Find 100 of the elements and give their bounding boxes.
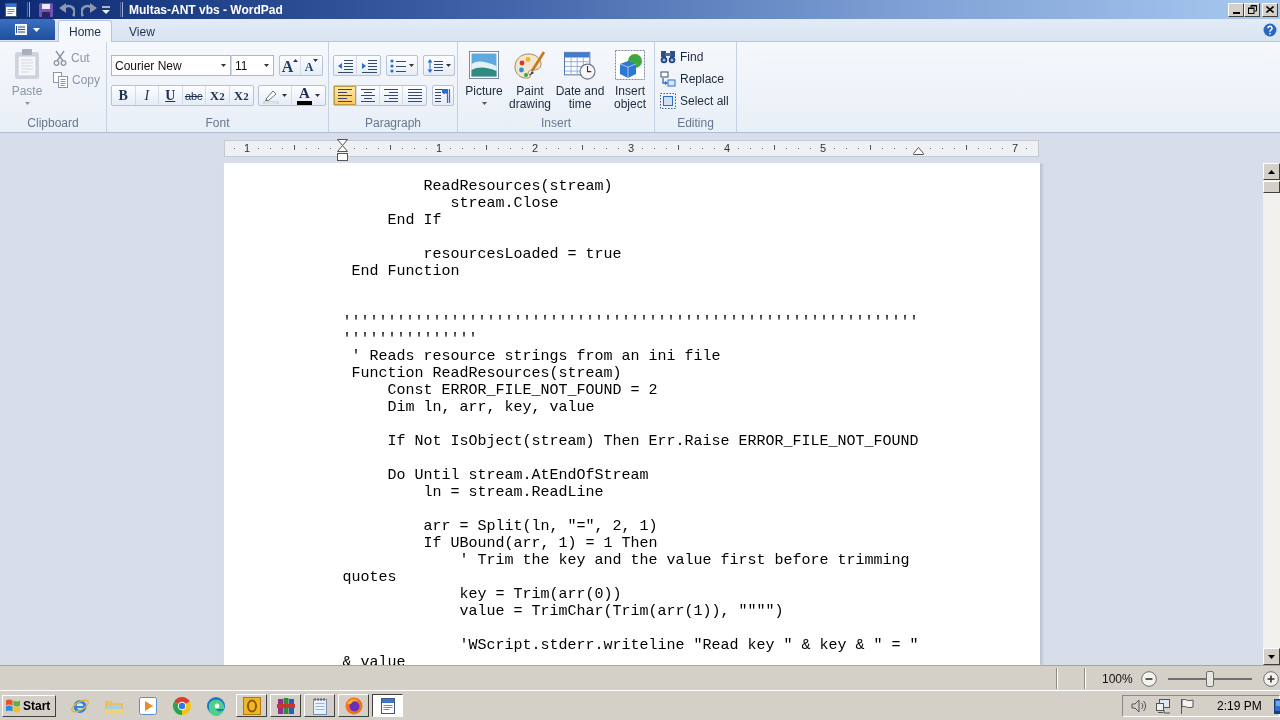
- curved-arrow-icon: [59, 2, 75, 17]
- replace-icon: [660, 71, 676, 87]
- monitor-icon[interactable]: [1155, 697, 1171, 714]
- ruler-number: 5: [817, 141, 829, 155]
- speaker-icon[interactable]: [1131, 697, 1147, 714]
- bullet-list-icon: [390, 58, 406, 73]
- minimize-icon: [1232, 11, 1240, 14]
- app-menu-button[interactable]: [0, 19, 55, 40]
- code-line: value = TrimChar(Trim(arr(1)), """"): [459, 603, 784, 620]
- line-spacing-button[interactable]: [423, 55, 455, 76]
- caret-icon: [446, 64, 451, 67]
- select-all-button[interactable]: Select all: [659, 92, 736, 110]
- ribbon-group-label: Paragraph: [364, 116, 421, 130]
- left-indent-handle[interactable]: [337, 139, 348, 161]
- ribbon-group-label: Font: [205, 116, 230, 130]
- code-line: End Function: [351, 263, 460, 280]
- font-family-dropdown[interactable]: Courier New: [111, 55, 231, 76]
- code-line: resourcesLoaded = true: [423, 246, 622, 263]
- flag-icon[interactable]: [1179, 697, 1195, 714]
- ruler-number: 4: [721, 141, 733, 155]
- caret-icon: [313, 59, 319, 62]
- ruler-number: 7: [1009, 141, 1021, 155]
- caret-icon: [315, 94, 320, 97]
- segmented-circle-icon[interactable]: [172, 695, 192, 716]
- help-icon[interactable]: [1263, 23, 1277, 37]
- date-time-button[interactable]: Date and time: [553, 50, 607, 116]
- minimize-button[interactable]: [1228, 2, 1244, 17]
- strikethrough-button[interactable]: abc: [182, 86, 206, 105]
- close-button[interactable]: [1262, 2, 1278, 17]
- code-line: Function ReadResources(stream): [351, 365, 622, 382]
- replace-button[interactable]: Replace: [659, 70, 736, 88]
- play-icon[interactable]: [138, 695, 158, 716]
- code-line: Dim ln, arr, key, value: [387, 399, 595, 416]
- indent-icon: [360, 58, 377, 73]
- justify-icon: [407, 89, 422, 102]
- plus-circle-icon[interactable]: [1262, 670, 1279, 687]
- italic-button[interactable]: I: [135, 86, 159, 105]
- paragraph-button[interactable]: [432, 85, 454, 106]
- minus-circle-icon[interactable]: [1140, 670, 1157, 687]
- insert-object-button[interactable]: Insert object: [607, 50, 653, 116]
- triangle-down-icon: [1268, 654, 1275, 659]
- picture-button[interactable]: Picture: [461, 50, 507, 116]
- align-left-icon: [338, 89, 352, 102]
- paint-drawing-button[interactable]: Paint drawing: [507, 50, 553, 116]
- dotted-square-icon: [660, 93, 676, 109]
- code-line: If UBound(arr, 1) = 1 Then: [423, 535, 658, 552]
- restore-button[interactable]: [1244, 2, 1260, 17]
- align-right-icon: [384, 89, 398, 102]
- document-icon: [3, 1, 19, 18]
- palette-icon: [514, 50, 546, 80]
- scissors-icon: [53, 50, 67, 66]
- ruler-number: 1: [241, 141, 253, 155]
- code-line: key = Trim(arr(0)): [459, 586, 622, 603]
- clock: 2:19 PM: [1217, 698, 1262, 713]
- window-title: Multas-ANT vbs - WordPad: [129, 2, 283, 17]
- ribbon-tab[interactable]: Home: [58, 20, 112, 42]
- find-button[interactable]: Find: [659, 48, 736, 66]
- document-icon: [15, 24, 27, 35]
- code-line: If Not IsObject(stream) Then Err.Raise ERROR_FILE_NOT_FOUND: [387, 433, 919, 450]
- outdent-icon: [337, 58, 353, 73]
- caret-icon: [409, 64, 414, 67]
- restore-icon: [1247, 5, 1257, 14]
- shrink-font-button[interactable]: A: [301, 56, 322, 75]
- document-icon: [378, 696, 397, 715]
- close-icon: [1266, 6, 1274, 13]
- font-size-dropdown[interactable]: 11: [231, 55, 274, 76]
- zoom-slider-thumb[interactable]: [1205, 670, 1214, 687]
- start-button[interactable]: Start: [2, 694, 56, 717]
- taskbar-button[interactable]: [372, 694, 403, 717]
- scroll-down-button[interactable]: [1263, 648, 1280, 665]
- ribbon-tab[interactable]: View: [118, 20, 166, 42]
- ruler-number: 2: [529, 141, 541, 155]
- bullet-list-button[interactable]: [386, 55, 418, 76]
- right-indent-handle[interactable]: [913, 147, 924, 155]
- swirl-icon[interactable]: [206, 695, 226, 716]
- binoculars-icon: [660, 50, 676, 64]
- grow-font-button[interactable]: A: [280, 56, 301, 75]
- notepad-icon: [310, 696, 329, 715]
- code-line: arr = Split(ln, "=", 2, 1): [423, 518, 658, 535]
- orb-icon: [344, 696, 363, 715]
- ribbon-group-label: Insert: [541, 116, 571, 130]
- two-pages-icon: [53, 72, 68, 88]
- ring-tile-icon: [242, 696, 261, 715]
- scroll-up-button[interactable]: [1263, 163, 1280, 180]
- align-left-button[interactable]: [334, 86, 357, 105]
- code-line: stream.Close: [450, 195, 559, 212]
- ruler-number: 1: [433, 141, 445, 155]
- clipboard-icon: [14, 48, 40, 80]
- save-button[interactable]: [36, 1, 56, 18]
- line-spacing-icon: [427, 57, 443, 74]
- flag-icon: [5, 698, 21, 713]
- underline-button[interactable]: U: [159, 86, 183, 105]
- code-line: Const ERROR_FILE_NOT_FOUND = 2: [387, 382, 658, 399]
- ribbon-group-label: Clipboard: [27, 116, 79, 130]
- font-color-button[interactable]: A: [292, 86, 325, 105]
- ruler-number: 3: [625, 141, 637, 155]
- scrollbar-thumb[interactable]: [1263, 181, 1280, 193]
- code-line: ' Reads resource strings from an ini file: [351, 348, 721, 365]
- bold-button[interactable]: B: [112, 86, 136, 105]
- zoom-level: 100%: [1102, 671, 1133, 686]
